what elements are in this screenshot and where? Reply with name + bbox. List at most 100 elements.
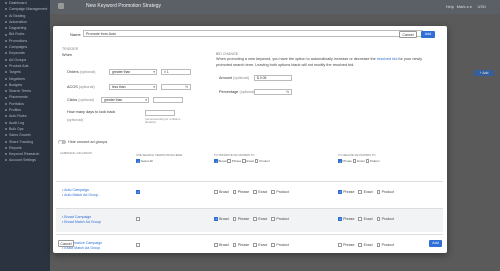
sidebar-item[interactable]: Campaign Management — [0, 6, 50, 12]
negate-pattern-all-checkbox[interactable] — [365, 159, 370, 163]
promote-phrase-label: Phrase — [237, 243, 250, 247]
clicks-value-input[interactable] — [153, 97, 183, 103]
negate-product-checkbox[interactable] — [376, 243, 381, 247]
clicks-operator-select[interactable]: greater than — [101, 97, 149, 104]
negate-phrase-label: Phrase — [343, 243, 355, 247]
sidebar-item-label: Auto Rules — [9, 114, 27, 119]
acos-operator-select[interactable]: less than — [109, 84, 157, 91]
promote-phrase-label: Phrase — [237, 217, 250, 221]
nav-icon — [5, 14, 7, 17]
hide-unused-label: Hide unused ad groups — [68, 140, 108, 144]
select-all[interactable]: Select All — [136, 159, 153, 163]
promote-broad-checkbox[interactable] — [214, 190, 218, 194]
negate-exact-label: Exact — [363, 190, 373, 194]
nav-icon — [5, 96, 7, 99]
sidebar-item[interactable]: Account Settings — [0, 157, 50, 163]
nav-icon — [5, 39, 7, 42]
col-promote-header: To promote keywords to — [214, 153, 255, 157]
nav-icon — [5, 46, 7, 49]
table-row: • Performance Campaign• Exact Match Ad G… — [56, 234, 443, 258]
nav-icon — [5, 2, 7, 5]
nav-icon — [5, 140, 7, 143]
add-bottom-button[interactable]: Add — [429, 240, 442, 247]
amount-input[interactable]: $ 0.05 — [254, 75, 292, 81]
promote-product-checkbox[interactable] — [271, 217, 275, 221]
nav-icon — [5, 121, 7, 124]
negate-product-checkbox[interactable] — [376, 217, 381, 221]
promote-phrase-all-checkbox[interactable] — [227, 159, 231, 163]
orders-value-input[interactable]: # 1 — [161, 69, 191, 75]
lookback-days-input[interactable] — [145, 110, 175, 116]
promote-exact-label: Exact — [258, 243, 268, 247]
promote-exact-checkbox[interactable] — [253, 190, 257, 194]
add-strategy-button[interactable]: + Add — [474, 70, 494, 76]
use-cell — [136, 190, 141, 194]
nav-icon — [5, 65, 7, 68]
cancel-bottom-button[interactable]: Cancel — [58, 240, 74, 247]
sidebar-item-label: Reports — [9, 145, 22, 150]
promote-broad-label: Broad — [219, 190, 229, 194]
hide-unused-toggle[interactable] — [58, 140, 66, 144]
promote-exact-checkbox[interactable] — [253, 217, 257, 221]
promote-broad-checkbox[interactable] — [214, 217, 218, 221]
use-search-terms-checkbox[interactable] — [136, 243, 140, 247]
negate-phrase-checkbox[interactable] — [338, 243, 342, 247]
negate-exact-all-checkbox[interactable] — [352, 159, 357, 163]
sidebar-item-label: Search Terms — [9, 89, 32, 94]
promote-product-label: Product — [276, 190, 289, 194]
negate-product-checkbox[interactable] — [376, 190, 381, 194]
promote-exact-checkbox[interactable] — [253, 243, 257, 247]
sidebar-item-label: Sales Growth — [9, 133, 31, 138]
negate-product-label: Product — [381, 190, 395, 194]
name-input[interactable]: Promote from Auto — [83, 30, 423, 37]
use-search-terms-checkbox[interactable] — [136, 217, 140, 221]
promote-product-checkbox[interactable] — [271, 243, 275, 247]
when-label: When — [62, 53, 72, 57]
use-search-terms-checkbox[interactable] — [136, 190, 140, 194]
select-all-checkbox[interactable] — [136, 159, 140, 163]
currency-menu[interactable]: USD — [478, 4, 486, 9]
sidebar-item-label: Bulk Ops — [9, 126, 24, 131]
promote-phrase-checkbox[interactable] — [232, 243, 237, 247]
negate-phrase-label: Phrase — [343, 217, 355, 221]
negate-phrase-checkbox[interactable] — [338, 190, 342, 194]
negate-exact-checkbox[interactable] — [358, 243, 363, 247]
clicks-label: Clicks (optional) — [67, 98, 95, 102]
sidebar-item-label: Product Ads — [9, 63, 29, 68]
adgroup-link[interactable]: • Broad Match Ad Group — [62, 220, 101, 225]
orders-operator-select[interactable]: greater than — [109, 69, 157, 76]
name-label: Name — [70, 32, 81, 37]
adgroup-link[interactable]: • Auto Match Ad Group — [62, 193, 98, 198]
cancel-button[interactable]: Cancel — [399, 31, 417, 38]
resolved-bid-link[interactable]: resolved bid — [377, 57, 397, 61]
negate-phrase-checkbox[interactable] — [338, 217, 342, 221]
promote-product-all-checkbox[interactable] — [254, 159, 259, 163]
negate-phrase-all-checkbox[interactable] — [338, 159, 342, 163]
negate-exact-checkbox[interactable] — [358, 190, 363, 194]
acos-value-input[interactable]: % — [161, 84, 191, 90]
promote-product-label: Product — [276, 243, 289, 247]
help-link[interactable]: Help — [446, 4, 454, 9]
bid-change-description: When promoting a new keyword, you have t… — [216, 57, 423, 67]
sidebar-item-label: AI Bidding — [9, 13, 26, 18]
lookback-optional: (optional) — [67, 118, 83, 122]
sidebar-item-label: Negatives — [9, 76, 25, 81]
account-menu[interactable]: Mark.s.e — [457, 4, 472, 9]
promote-exact-all-checkbox[interactable] — [242, 159, 246, 163]
promote-broad-checkbox[interactable] — [214, 243, 218, 247]
promote-broad-all-checkbox[interactable] — [214, 159, 218, 163]
negate-cell: Phrase Exact Product — [338, 217, 398, 221]
promote-broad-label: Broad — [219, 217, 229, 221]
col-campaign-header: Campaign / Ad Group — [60, 151, 92, 155]
promote-product-checkbox[interactable] — [271, 190, 275, 194]
negate-exact-checkbox[interactable] — [358, 217, 363, 221]
nav-icon — [5, 20, 7, 23]
promote-phrase-checkbox[interactable] — [232, 217, 237, 221]
sidebar-item-label: Campaign Management — [9, 7, 48, 12]
negate-select-all: Phrase Exact Pattern — [338, 159, 380, 163]
percentage-input[interactable]: % — [254, 89, 292, 95]
negate-exact-label: Exact — [363, 217, 373, 221]
promote-phrase-checkbox[interactable] — [232, 190, 237, 194]
add-button[interactable]: Add — [421, 31, 435, 38]
top-bar: New Keyword Promotion Strategy Help Mark… — [50, 0, 500, 14]
